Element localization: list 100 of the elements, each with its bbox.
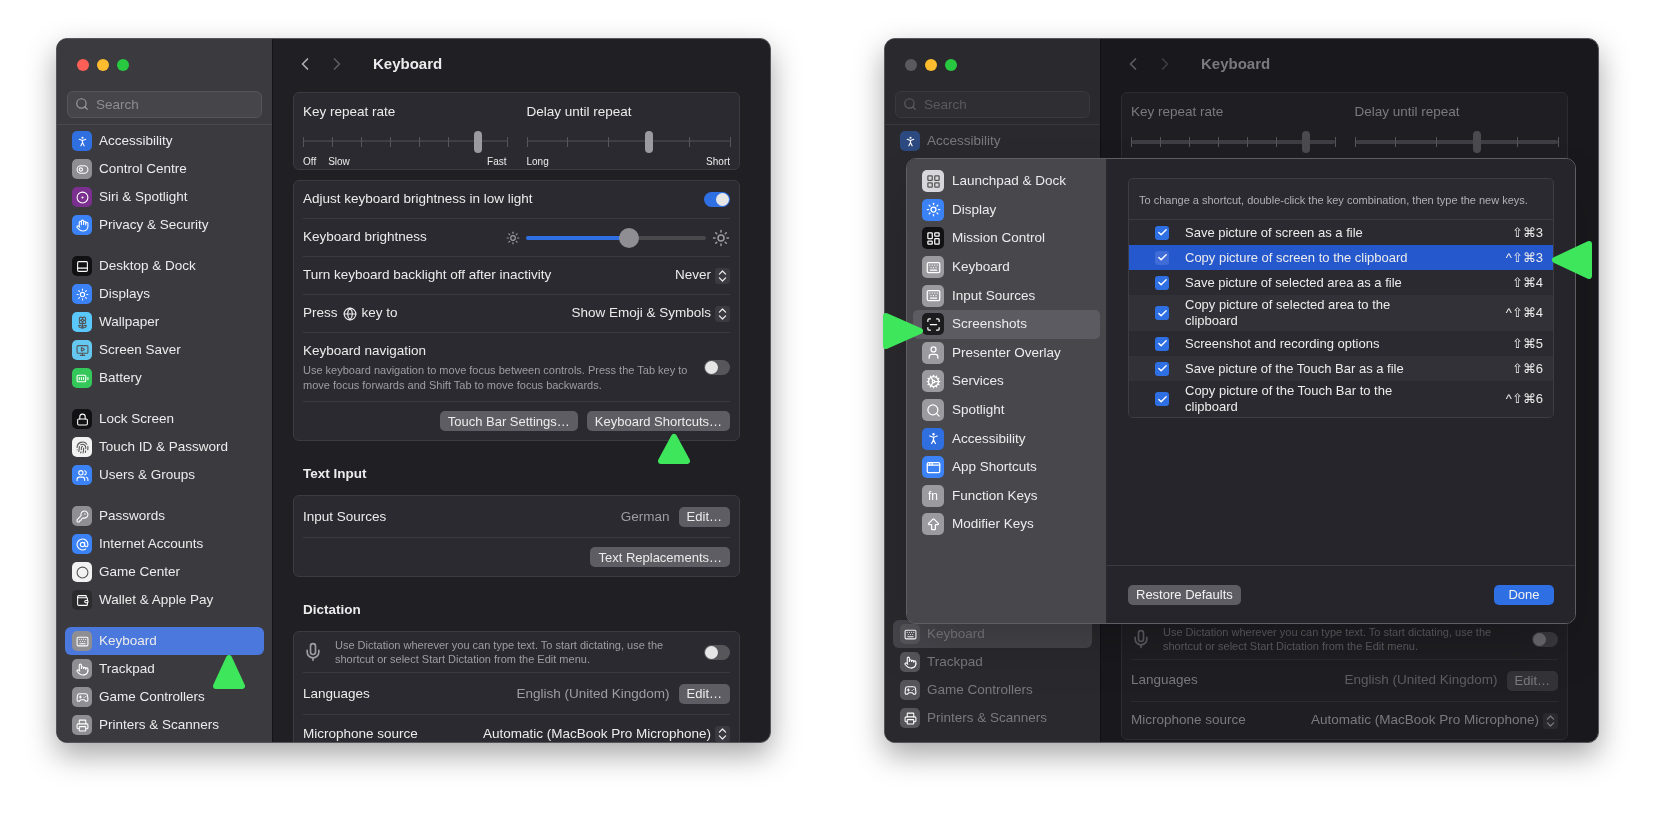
slider-label: Delay until repeat	[526, 103, 633, 121]
toggle-switch[interactable]	[704, 644, 730, 660]
microphone-icon	[1131, 629, 1151, 649]
sidebar-item[interactable]: Privacy & Security	[65, 211, 264, 239]
setting-description: Use keyboard navigation to move focus between controls. Press the Tab key to move focus forwards and Shift Tab to move focus backwards.	[303, 363, 688, 394]
category-item[interactable]: Modifier Keys	[913, 510, 1100, 539]
stepper-icon	[715, 267, 730, 284]
sidebar-item[interactable]: Control Centre	[65, 155, 264, 183]
checkbox[interactable]	[1155, 250, 1169, 265]
key-combination: ⇧⌘5	[1511, 334, 1543, 353]
minimize-light[interactable]	[97, 59, 109, 71]
popup-button[interactable]: Show Emoji & Symbols	[571, 303, 730, 324]
sidebar-item[interactable]: Touch ID & Password	[65, 433, 264, 461]
section-heading: Dictation	[303, 602, 361, 618]
zoom-light[interactable]	[117, 59, 129, 71]
shortcut-row[interactable]: Copy picture of screen to the clipboard ^⇧⌘3	[1129, 245, 1553, 270]
checkbox[interactable]	[1155, 392, 1169, 406]
slider-thumb[interactable]	[618, 227, 639, 248]
hint-text: To change a shortcut, double-click the key combination, then type the new keys.	[1139, 194, 1528, 206]
push-button[interactable]: Edit…	[678, 506, 730, 527]
sidebar-item[interactable]: Siri & Spotlight	[65, 183, 264, 211]
slider-thumb[interactable]	[1472, 131, 1481, 154]
window-title: Keyboard	[373, 53, 443, 74]
category-item[interactable]: Accessibility	[913, 424, 1100, 453]
sidebar-item[interactable]: Users & Groups	[65, 461, 264, 489]
setting-value: English (United Kingdom)	[1344, 671, 1498, 690]
category-item[interactable]: Spotlight	[913, 395, 1100, 425]
setting-label: key to	[361, 304, 398, 323]
push-button[interactable]: Text Replacements…	[590, 547, 730, 568]
push-button[interactable]: Edit…	[678, 683, 730, 704]
sidebar-item[interactable]: Accessibility	[65, 127, 264, 155]
setting-label: Keyboard navigation	[303, 342, 428, 360]
sidebar-item[interactable]: Game Controllers	[65, 683, 264, 711]
popup-button[interactable]: Automatic (MacBook Pro Microphone)	[482, 723, 730, 742]
category-item[interactable]: Mission Control	[913, 224, 1100, 253]
sidebar-item[interactable]: Battery	[65, 364, 264, 392]
sidebar-item[interactable]: Lock Screen	[65, 405, 264, 433]
category-item[interactable]: Input Sources	[913, 281, 1100, 310]
tick-label: Slow	[328, 155, 350, 169]
category-item[interactable]: Launchpad & Dock	[913, 167, 1100, 196]
shortcut-row[interactable]: Copy picture of selected area to the clipboard ^⇧⌘4	[1129, 295, 1553, 331]
category-item[interactable]: Display	[913, 195, 1100, 225]
category-item[interactable]: App Shortcuts	[913, 452, 1100, 482]
checkbox[interactable]	[1155, 336, 1169, 351]
sidebar-item[interactable]: Game Center	[65, 558, 264, 586]
slider-thumb[interactable]	[644, 131, 653, 154]
toggle-switch[interactable]	[1532, 631, 1558, 647]
popup-button[interactable]: Automatic (MacBook Pro Microphone)	[1310, 710, 1558, 731]
popup-button[interactable]: Never	[675, 265, 730, 286]
search-icon	[903, 97, 917, 111]
push-button[interactable]: Restore Defaults	[1128, 584, 1241, 605]
sidebar-item[interactable]: Wallpaper	[65, 308, 264, 336]
tick-label: Fast	[487, 155, 507, 169]
dim-sun-icon	[506, 230, 520, 245]
checkbox[interactable]	[1155, 225, 1169, 240]
sidebar-item[interactable]: Printers & Scanners	[65, 711, 264, 739]
category-item[interactable]: fn Function Keys	[913, 481, 1100, 511]
setting-label: Microphone source	[1131, 711, 1246, 730]
sidebar-item[interactable]: Desktop & Dock	[65, 252, 264, 280]
checkbox[interactable]	[1155, 275, 1169, 290]
push-button[interactable]: Touch Bar Settings…	[439, 411, 578, 432]
checkbox[interactable]	[1155, 306, 1169, 320]
key-combination: ⇧⌘6	[1511, 359, 1543, 378]
category-item[interactable]: Presenter Overlay	[913, 338, 1100, 368]
key-combination: ^⇧⌘3	[1505, 248, 1543, 267]
sidebar-item[interactable]: Displays	[65, 280, 264, 308]
sidebar-item[interactable]: Internet Accounts	[65, 530, 264, 558]
search-field[interactable]: Search	[67, 91, 262, 118]
globe-icon	[342, 306, 357, 321]
category-item[interactable]: Screenshots	[913, 309, 1100, 339]
toggle-switch[interactable]	[704, 359, 730, 375]
window-title: Keyboard	[1201, 53, 1271, 74]
microphone-icon	[303, 642, 323, 663]
key-combination: ⇧⌘3	[1511, 223, 1543, 242]
sidebar-item[interactable]: Keyboard	[65, 627, 264, 655]
pointer-arrow	[658, 434, 690, 464]
slider-label: Key repeat rate	[303, 103, 397, 121]
pointer-arrow	[213, 655, 245, 689]
setting-label: Microphone source	[303, 724, 418, 742]
minimize-light[interactable]	[925, 59, 937, 71]
section-heading: Text Input	[303, 466, 367, 482]
close-light[interactable]	[77, 59, 89, 71]
sidebar-item[interactable]: Trackpad	[65, 655, 264, 683]
toggle-switch[interactable]	[704, 192, 730, 207]
category-item[interactable]: Services	[913, 367, 1100, 396]
shortcut-row[interactable]: Save picture of the Touch Bar as a file ⇧⌘6	[1129, 356, 1553, 381]
function-key-icon: fn	[922, 484, 944, 507]
key-combination: ^⇧⌘4	[1505, 304, 1543, 323]
setting-value: English (United Kingdom)	[516, 684, 670, 703]
checkbox[interactable]	[1155, 361, 1169, 376]
slider-thumb[interactable]	[1302, 131, 1310, 154]
zoom-light[interactable]	[945, 59, 957, 71]
tick-label: Off	[303, 155, 317, 169]
slider-thumb[interactable]	[474, 131, 482, 154]
sidebar-item[interactable]: Wallet & Apple Pay	[65, 586, 264, 614]
push-button[interactable]: Keyboard Shortcuts…	[586, 411, 730, 432]
sidebar-item[interactable]: Screen Saver	[65, 336, 264, 364]
category-item[interactable]: Keyboard	[913, 252, 1100, 282]
sidebar-item[interactable]: Passwords	[65, 502, 264, 530]
push-button[interactable]: Done	[1494, 584, 1554, 605]
